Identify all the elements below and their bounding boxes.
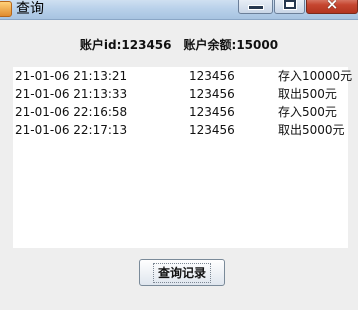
record-time: 21-01-06 22:17:13 [15,123,128,137]
query-records-button[interactable]: 查询记录 [139,259,225,286]
account-balance-label: 账户余额:15000 [183,38,279,52]
record-account-id: 123456 [189,87,235,101]
query-records-label: 查询记录 [152,262,211,283]
list-item: 21-01-06 22:17:13 123456 取出5000元 [13,121,348,139]
record-account-id: 123456 [189,123,235,137]
record-operation: 取出5000元 [278,123,345,137]
close-icon: × [325,0,339,13]
record-time: 21-01-06 22:16:58 [15,105,128,119]
record-operation: 取出500元 [278,87,337,101]
account-header: 账户id:123456 账户余额:15000 [0,36,358,54]
record-operation: 存入10000元 [278,69,353,83]
record-time: 21-01-06 21:13:21 [15,69,128,83]
record-time: 21-01-06 21:13:33 [15,87,128,101]
maximize-icon [282,0,297,10]
maximize-button[interactable] [274,0,305,14]
record-account-id: 123456 [189,69,235,83]
list-item: 21-01-06 21:13:21 123456 存入10000元 [13,67,352,85]
minimize-button[interactable] [238,0,273,14]
account-id-label: 账户id:123456 [79,38,172,52]
title-bar[interactable]: 查询 × [0,0,358,20]
record-account-id: 123456 [189,105,235,119]
record-list[interactable]: 21-01-06 21:13:21 123456 存入10000元 21-01-… [13,67,352,248]
window-title: 查询 [16,1,44,17]
list-item: 21-01-06 21:13:33 123456 取出500元 [13,85,348,103]
minimize-icon [247,4,264,10]
record-operation: 存入500元 [278,105,337,119]
close-button[interactable]: × [306,0,358,14]
list-item: 21-01-06 22:16:58 123456 存入500元 [13,103,348,121]
java-cup-icon [0,1,12,17]
